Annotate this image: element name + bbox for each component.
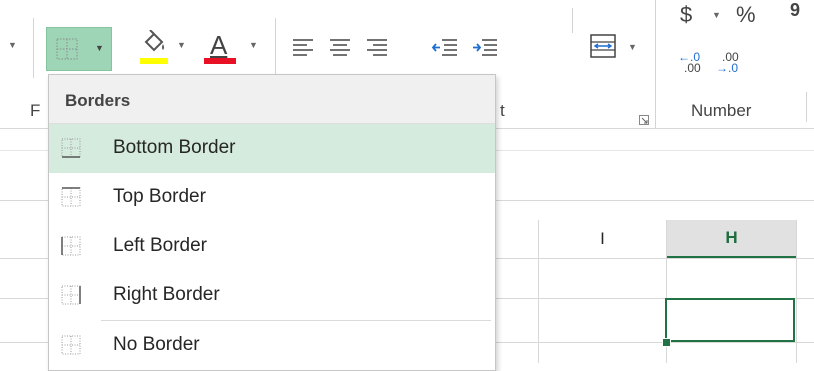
- increase-decimal-bottom: .00: [684, 61, 701, 75]
- menu-header-label: Borders: [65, 91, 131, 110]
- menu-item-bottom-border[interactable]: Bottom Border: [49, 124, 495, 173]
- ribbon-divider: [33, 18, 34, 78]
- fill-color-swatch: [140, 58, 168, 64]
- top-border-icon: [61, 187, 81, 207]
- borders-button[interactable]: ▼: [46, 27, 112, 71]
- alignment-dialog-launcher-icon[interactable]: [639, 112, 649, 125]
- selected-cell[interactable]: [665, 298, 795, 342]
- ribbon-divider: [806, 92, 807, 122]
- ribbon-divider: [655, 0, 656, 128]
- column-header-i[interactable]: I: [539, 229, 666, 249]
- menu-header: Borders: [49, 75, 495, 124]
- increase-decimal-button[interactable]: ←.0 .00: [678, 51, 701, 75]
- ribbon-divider: [275, 18, 276, 78]
- increase-indent-icon[interactable]: [472, 38, 498, 56]
- currency-format-button[interactable]: $: [680, 2, 692, 28]
- ribbon-divider: [572, 8, 573, 33]
- merge-center-icon[interactable]: [590, 34, 616, 63]
- font-color-swatch: [204, 58, 236, 64]
- decrease-decimal-bottom: →.0: [716, 61, 739, 75]
- font-group-label: F: [30, 101, 41, 120]
- column-header-h[interactable]: H: [667, 220, 796, 258]
- font-size-dropdown-caret[interactable]: ▼: [8, 40, 17, 50]
- alignment-group-label: t: [500, 101, 505, 120]
- fill-color-button[interactable]: [140, 29, 170, 66]
- borders-grid-icon: [56, 38, 78, 60]
- decrease-decimal-button[interactable]: .00 →.0: [716, 51, 739, 75]
- font-color-button[interactable]: A: [204, 30, 238, 66]
- borders-dropdown-caret[interactable]: ▼: [95, 43, 104, 53]
- align-center-icon[interactable]: [329, 38, 351, 56]
- menu-item-label: Right Border: [113, 284, 220, 305]
- number-group-label: Number: [691, 101, 752, 120]
- font-color-a-icon: A: [210, 30, 228, 60]
- left-border-icon: [61, 236, 81, 256]
- bottom-border-icon: [61, 138, 81, 158]
- align-left-icon[interactable]: [292, 38, 314, 56]
- fill-color-dropdown-caret[interactable]: ▼: [177, 40, 186, 50]
- right-border-icon: [61, 285, 81, 305]
- menu-item-left-border[interactable]: Left Border: [49, 222, 495, 271]
- menu-item-label: Bottom Border: [113, 137, 236, 158]
- merge-dropdown-caret[interactable]: ▼: [628, 42, 637, 52]
- menu-item-label: Top Border: [113, 186, 206, 207]
- percent-style-button[interactable]: %: [736, 2, 756, 28]
- currency-dropdown-caret[interactable]: ▼: [712, 10, 721, 20]
- no-border-icon: [61, 335, 81, 355]
- comma-style-button[interactable]: 9: [790, 0, 800, 21]
- menu-item-label: No Border: [113, 334, 200, 355]
- borders-menu: Borders Bottom Border Top Border Left Bo…: [48, 74, 496, 371]
- menu-item-label: Left Border: [113, 235, 207, 256]
- menu-item-top-border[interactable]: Top Border: [49, 173, 495, 222]
- align-right-icon[interactable]: [366, 38, 388, 56]
- font-color-dropdown-caret[interactable]: ▼: [249, 40, 258, 50]
- decrease-indent-icon[interactable]: [432, 38, 458, 56]
- paint-bucket-icon: [144, 29, 164, 52]
- menu-item-right-border[interactable]: Right Border: [49, 271, 495, 320]
- fill-handle[interactable]: [662, 338, 671, 347]
